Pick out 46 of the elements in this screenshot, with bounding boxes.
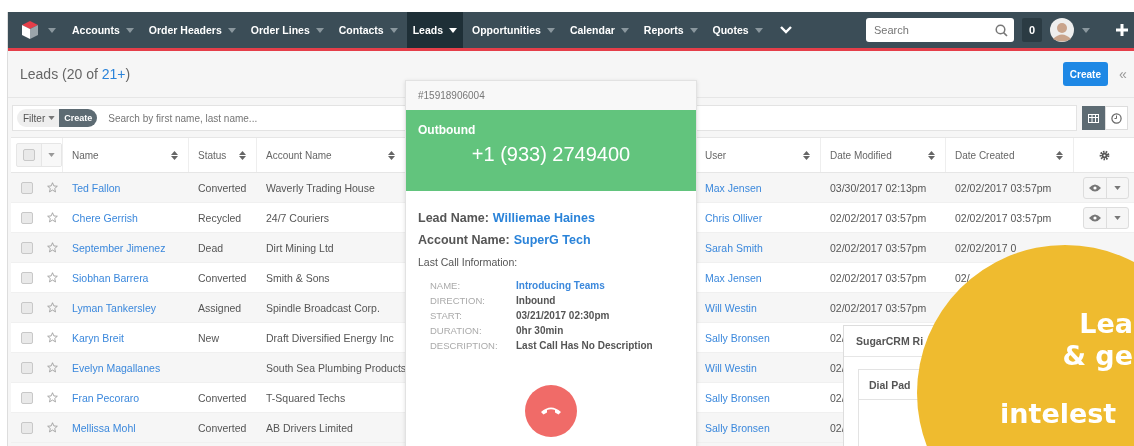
date-created-text: 02/02/2017 03:57pm [955, 181, 1052, 194]
page-title: Leads (20 of 21+) [20, 66, 131, 82]
status-text: Converted [198, 181, 247, 194]
detail-label: DURATION: [430, 325, 483, 336]
account-name-text: T-Squared Techs [266, 391, 346, 404]
account-name-label: Account Name: [418, 233, 510, 247]
account-name-text: Spindle Broadcast Corp. [266, 301, 380, 314]
lead-name-label: Lead Name: [418, 211, 489, 225]
promo-text: & ge [1062, 342, 1133, 369]
detail-value: 0hr 30min [516, 325, 565, 336]
detail-value: 03/21/2017 02:30pm [516, 310, 611, 321]
status-text: Dead [198, 241, 224, 254]
status-text: Converted [198, 391, 247, 404]
date-modified-text: 02/02/2017 03:57pm [830, 211, 927, 224]
status-text: Recycled [198, 211, 242, 224]
call-id-text: #15918906004 [418, 90, 485, 101]
status-text: Converted [198, 271, 247, 284]
account-name-text: South Sea Plumbing Products [266, 361, 407, 374]
date-created-text: 02/02/2017 0 [955, 241, 1017, 254]
account-name-text: AB Drivers Limited [266, 421, 353, 434]
detail-label: START: [430, 310, 463, 321]
detail-label: DESCRIPTION: [430, 340, 499, 351]
detail-label: NAME: [430, 280, 462, 291]
account-name-text: Smith & Sons [266, 271, 330, 284]
date-modified-text: 03/30/2017 02:13pm [830, 181, 927, 194]
status-text: Converted [198, 421, 247, 434]
date-modified-text: 02/02/2017 03:57pm [830, 301, 927, 314]
account-name-text: Dirt Mining Ltd [266, 241, 334, 254]
account-name-text: Draft Diversified Energy Inc [266, 331, 394, 344]
detail-label: DIRECTION: [430, 295, 486, 306]
account-name-text: Waverly Trading House [266, 181, 375, 194]
phone-number-text: +1 (933) 2749400 [471, 143, 631, 166]
call-direction-text: Outbound [418, 123, 477, 138]
promo-text: Lea [1079, 310, 1133, 337]
detail-value: Last Call Has No Description [516, 340, 654, 351]
dialog-title: SugarCRM Ri [856, 335, 924, 347]
date-created-text: 02/ [955, 271, 970, 284]
date-modified-text: 02/02/2017 03:57pm [830, 271, 927, 284]
promo-text: intelest [1000, 400, 1117, 427]
status-text: New [198, 331, 219, 344]
status-text: Assigned [198, 301, 242, 314]
date-modified-text: 02/02/2017 03:57pm [830, 241, 927, 254]
last-call-heading: Last Call Information: [418, 256, 519, 268]
detail-value: Inbound [516, 295, 557, 306]
account-name-text: 24/7 Couriers [266, 211, 330, 224]
date-created-text: 02/02/2017 03:57pm [955, 211, 1052, 224]
